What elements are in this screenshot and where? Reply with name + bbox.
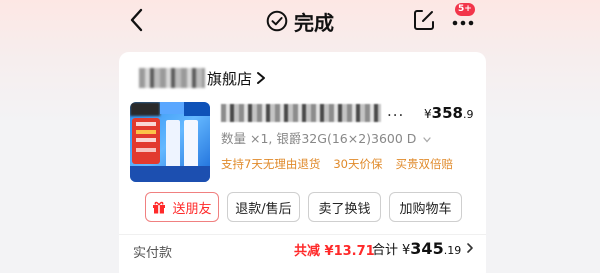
total-currency: ¥	[402, 243, 411, 258]
service-tag-double-refund: 买贵双倍赔	[395, 157, 453, 171]
resell-button[interactable]: 卖了换钱	[308, 192, 381, 222]
refund-aftersale-label: 退款/售后	[235, 201, 292, 217]
share-button[interactable]	[412, 8, 436, 32]
total-decimal: .19	[443, 244, 462, 257]
service-tag-price-protect: 30天价保	[333, 157, 383, 171]
product-thumbnail[interactable]	[130, 102, 210, 182]
total-label: 合计	[372, 243, 399, 258]
store-name-blurred	[139, 68, 205, 88]
notification-badge: 5+	[455, 3, 475, 16]
add-to-cart-button[interactable]: 加购物车	[389, 192, 462, 222]
resell-label: 卖了换钱	[318, 201, 371, 217]
chevron-down-icon	[423, 136, 432, 142]
product-title-blurred[interactable]	[221, 104, 381, 122]
back-button[interactable]	[125, 6, 151, 34]
order-total[interactable]: 合计 ¥345.19	[372, 239, 474, 258]
service-tag-return: 支持7天无理由退货	[221, 157, 321, 171]
share-edit-icon	[414, 10, 434, 30]
add-to-cart-label: 加购物车	[399, 201, 452, 217]
send-to-friend-label: 送朋友	[172, 201, 212, 217]
chevron-left-icon	[130, 8, 143, 32]
price-integer: 358	[431, 104, 463, 122]
refund-aftersale-button[interactable]: 退款/售后	[227, 192, 300, 222]
order-actions: 送朋友 退款/售后 卖了换钱 加购物车	[145, 192, 471, 222]
top-bar: 完成 5+	[0, 0, 600, 40]
check-circle-icon	[266, 10, 288, 32]
chevron-right-icon	[257, 72, 266, 84]
product-price: ¥358.9	[424, 104, 473, 122]
price-decimal: .9	[462, 108, 474, 121]
price-currency: ¥	[424, 107, 432, 121]
paid-amount-label: 实付款	[133, 246, 173, 261]
order-card: 旗舰店 ... ¥358.9 数量 ×1, 银爵32G(16×2)3600 D …	[119, 52, 486, 273]
divider	[119, 234, 486, 235]
product-spec-text: 数量 ×1, 银爵32G(16×2)3600 D	[221, 131, 417, 146]
service-tags: 支持7天无理由退货 30天价保 买贵双倍赔	[221, 156, 453, 172]
page-title-text: 完成	[294, 10, 334, 35]
store-name-suffix: 旗舰店	[207, 69, 253, 88]
total-integer: 345	[410, 239, 444, 258]
product-title-ellipsis: ...	[387, 102, 405, 120]
chevron-right-icon	[467, 243, 474, 253]
gift-icon	[153, 201, 166, 214]
send-to-friend-button[interactable]: 送朋友	[145, 192, 219, 222]
store-link[interactable]: 旗舰店	[139, 66, 266, 90]
product-spec[interactable]: 数量 ×1, 银爵32G(16×2)3600 D	[221, 128, 432, 147]
page-title: 完成	[266, 6, 334, 36]
savings-amount: 共减 ¥13.71	[294, 244, 375, 259]
